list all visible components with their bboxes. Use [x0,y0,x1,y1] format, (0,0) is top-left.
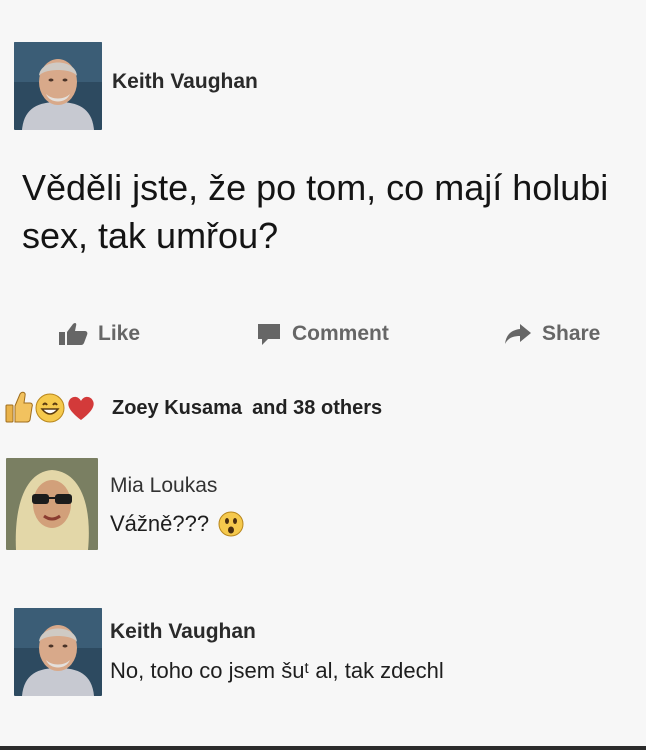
reactions-summary[interactable]: Zoey Kusama and 38 others [4,388,382,428]
thumbs-up-icon [58,322,88,346]
post-author-avatar[interactable] [14,42,102,130]
post-text: Věděli jste, že po tom, co mají holubi s… [22,167,609,256]
reaction-icons [4,391,96,425]
comment-button[interactable]: Comment [256,318,389,350]
woman-portrait-avatar [6,458,98,550]
share-button[interactable]: Share [504,318,600,350]
comment-author-name[interactable]: Mia Loukas [110,474,217,498]
comment-text: No, toho co jsem šuᵗ al, tak zdechl [110,658,444,683]
comment-text-body: Vážně??? [110,511,210,536]
smiley-face-icon [34,392,66,424]
comment-bubble-icon [256,322,282,346]
reaction-others-count[interactable]: and 38 others [252,397,382,420]
man-portrait-avatar [14,608,102,696]
share-label: Share [542,322,601,345]
thumbs-up-icon [4,391,34,425]
bottom-border [0,746,646,750]
share-arrow-icon [504,323,532,345]
comment-text: Vážně??? [110,510,245,538]
comment-author-avatar[interactable] [6,458,98,550]
like-label: Like [98,322,141,345]
post-author-name[interactable]: Keith Vaughan [112,70,258,94]
reaction-first-name[interactable]: Zoey Kusama [112,397,242,420]
comment-author-avatar[interactable] [14,608,102,696]
heart-icon [66,394,96,422]
surprised-face-icon [217,510,245,538]
comment-label: Comment [292,322,389,345]
man-portrait-avatar [14,42,102,130]
comment-author-name[interactable]: Keith Vaughan [110,620,256,644]
like-button[interactable]: Like [58,318,140,350]
